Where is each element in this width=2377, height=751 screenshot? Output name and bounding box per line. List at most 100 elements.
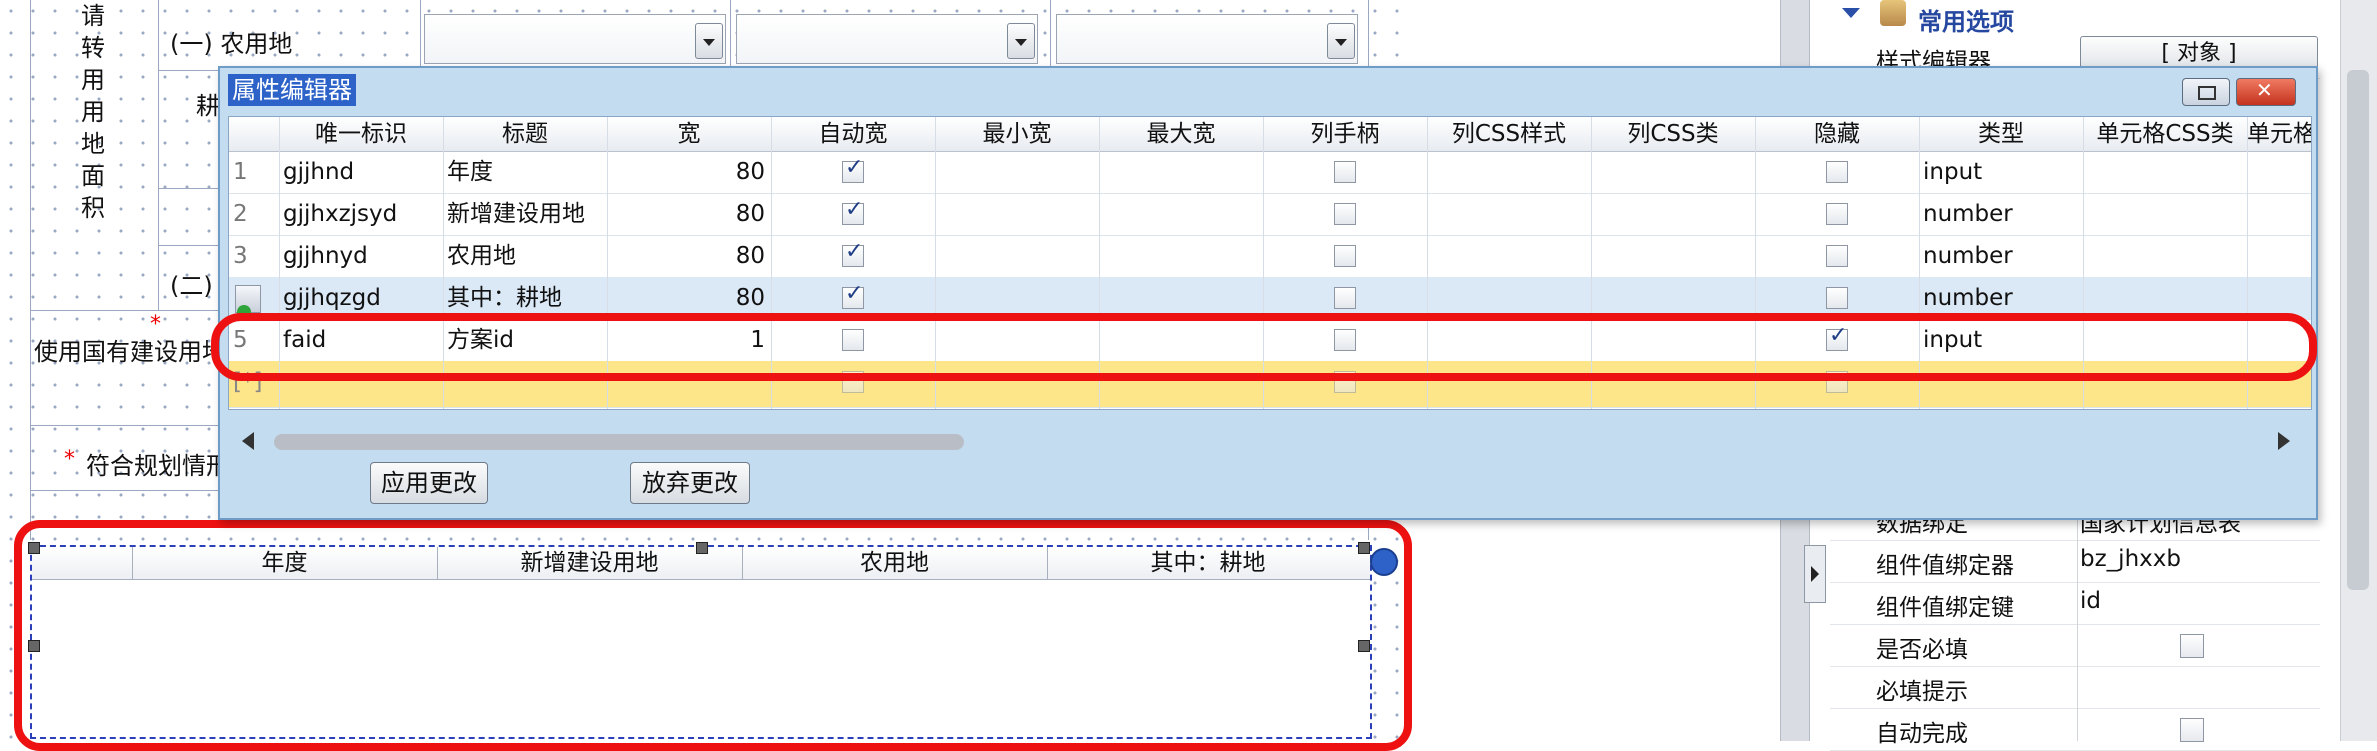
- land-use-label: 使用国有建设用地: [34, 338, 222, 366]
- form-border: [158, 0, 159, 310]
- vertical-char: 积: [81, 194, 105, 222]
- cell-type[interactable]: number: [1923, 193, 2079, 235]
- form-border: [1050, 0, 1051, 70]
- column-header[interactable]: 列CSS类: [1591, 117, 1756, 152]
- options-icon: [1880, 0, 1906, 26]
- property-name: 自动完成: [1876, 721, 1968, 747]
- property-row: 组件值绑定器 bz_jhxxb: [1830, 540, 2320, 583]
- hidden-checkbox[interactable]: [1826, 203, 1848, 225]
- dropdown-arrow-icon[interactable]: [1007, 23, 1035, 59]
- row-number: 3: [233, 243, 248, 269]
- handle-checkbox[interactable]: [1334, 287, 1356, 309]
- highlight-annotation: [14, 520, 1412, 751]
- handle-checkbox[interactable]: [1334, 161, 1356, 183]
- restore-button[interactable]: [2182, 78, 2230, 106]
- column-header[interactable]: 单元格CSS类: [2083, 117, 2248, 152]
- scrollbar-thumb[interactable]: [274, 434, 964, 450]
- cell-width[interactable]: 80: [611, 235, 765, 277]
- form-border: [158, 245, 218, 246]
- property-row: 自动完成: [1830, 708, 2320, 751]
- column-header[interactable]: 列CSS样式: [1427, 117, 1592, 152]
- vertical-char: 转: [81, 34, 105, 62]
- vertical-char: 面: [81, 162, 105, 190]
- table-row[interactable]: 2 gjjhxzjsyd 新增建设用地 80 number: [229, 193, 2311, 236]
- property-value[interactable]: bz_jhxxb: [2080, 546, 2181, 572]
- cell-type[interactable]: number: [1923, 235, 2079, 277]
- autowidth-checkbox[interactable]: [842, 239, 864, 267]
- cell-id[interactable]: gjjhxzjsyd: [283, 193, 439, 235]
- scroll-right-icon[interactable]: [2278, 432, 2290, 450]
- column-header[interactable]: 标题: [443, 117, 608, 152]
- row-number: 2: [233, 201, 248, 227]
- column-header[interactable]: 最大宽: [1099, 117, 1264, 152]
- handle-checkbox[interactable]: [1334, 203, 1356, 225]
- row-number-header: [229, 117, 280, 152]
- property-value[interactable]: id: [2080, 588, 2101, 614]
- row-label: (二): [170, 272, 213, 300]
- form-border: [158, 188, 218, 189]
- handle-checkbox[interactable]: [1334, 245, 1356, 267]
- required-mark: *: [64, 447, 75, 472]
- vertical-char: 用: [81, 66, 105, 94]
- collapse-arrow-icon[interactable]: [1804, 545, 1826, 603]
- row-label: (一) 农用地: [170, 30, 293, 58]
- cell-title[interactable]: 年度: [447, 151, 603, 193]
- column-header[interactable]: 唯一标识: [279, 117, 444, 152]
- property-name: 组件值绑定键: [1876, 595, 2014, 621]
- scrollbar-thumb[interactable]: [2347, 70, 2369, 590]
- property-name: 是否必填: [1876, 637, 1968, 663]
- highlight-annotation: [211, 313, 2317, 381]
- apply-changes-button[interactable]: 应用更改: [370, 462, 488, 504]
- planning-label: 符合规划情形: [86, 452, 220, 480]
- vertical-label: 请 转 用 用 地 面 积: [78, 0, 108, 224]
- column-header[interactable]: 隐藏: [1755, 117, 1920, 152]
- column-header[interactable]: 最小宽: [935, 117, 1100, 152]
- property-row: 是否必填: [1830, 624, 2320, 667]
- combo-box[interactable]: [424, 14, 726, 64]
- dialog-title: 属性编辑器: [228, 74, 356, 106]
- cell-id[interactable]: gjjhnyd: [283, 235, 439, 277]
- close-button[interactable]: [2236, 78, 2296, 106]
- property-name: 组件值绑定器: [1876, 553, 2014, 579]
- property-row: 组件值绑定键 id: [1830, 582, 2320, 625]
- column-header[interactable]: 自动宽: [771, 117, 936, 152]
- discard-changes-button[interactable]: 放弃更改: [630, 462, 750, 504]
- property-row: 必填提示: [1830, 666, 2320, 709]
- cell-width[interactable]: 80: [611, 193, 765, 235]
- vertical-char: 用: [81, 98, 105, 126]
- column-divider: [2077, 498, 2078, 741]
- dropdown-arrow-icon[interactable]: [695, 23, 723, 59]
- cell-title[interactable]: 新增建设用地: [447, 193, 603, 235]
- combo-box[interactable]: [736, 14, 1038, 64]
- cell-id[interactable]: gjjhnd: [283, 151, 439, 193]
- hidden-checkbox[interactable]: [1826, 161, 1848, 183]
- table-row[interactable]: 3 gjjhnyd 农用地 80 number: [229, 235, 2311, 278]
- section-expand-icon[interactable]: [1842, 8, 1860, 18]
- dropdown-arrow-icon[interactable]: [1327, 23, 1355, 59]
- vertical-char: 地: [81, 130, 105, 158]
- required-checkbox[interactable]: [2180, 634, 2204, 658]
- cell-width[interactable]: 80: [611, 151, 765, 193]
- form-border: [30, 0, 31, 540]
- hidden-checkbox[interactable]: [1826, 287, 1848, 309]
- autowidth-checkbox[interactable]: [842, 197, 864, 225]
- row-label: 耕: [196, 92, 220, 120]
- hidden-checkbox[interactable]: [1826, 245, 1848, 267]
- autocomplete-checkbox[interactable]: [2180, 718, 2204, 742]
- cell-title[interactable]: 农用地: [447, 235, 603, 277]
- column-header[interactable]: 单元格: [2247, 117, 2311, 152]
- form-border: [420, 0, 421, 70]
- row-number: 1: [233, 159, 248, 185]
- autowidth-checkbox[interactable]: [842, 155, 864, 183]
- horizontal-scrollbar[interactable]: [228, 420, 2310, 460]
- column-header[interactable]: 宽: [607, 117, 772, 152]
- cell-type[interactable]: input: [1923, 151, 2079, 193]
- column-header[interactable]: 列手柄: [1263, 117, 1428, 152]
- autowidth-checkbox[interactable]: [842, 281, 864, 309]
- scroll-left-icon[interactable]: [242, 432, 254, 450]
- form-border: [730, 0, 731, 70]
- combo-box[interactable]: [1056, 14, 1358, 64]
- panel-scrollbar[interactable]: [2340, 0, 2377, 741]
- table-row[interactable]: 1 gjjhnd 年度 80 input: [229, 151, 2311, 194]
- column-header[interactable]: 类型: [1919, 117, 2084, 152]
